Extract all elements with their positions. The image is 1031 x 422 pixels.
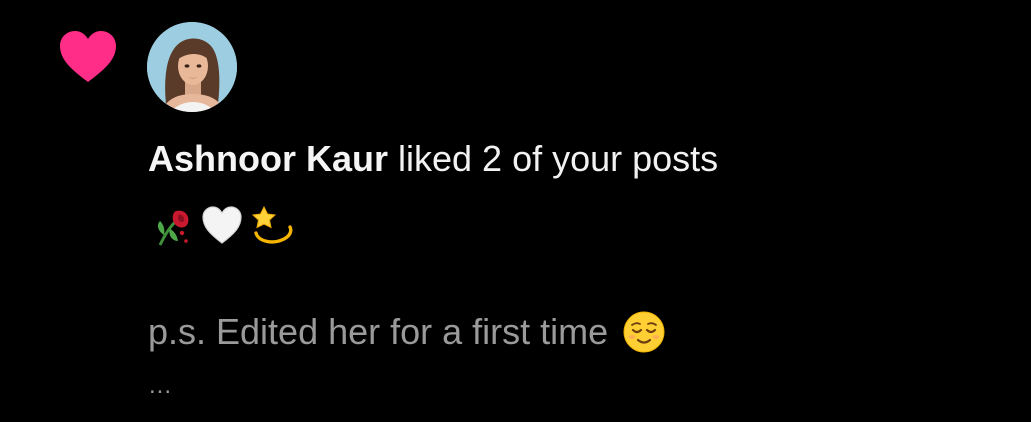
post-caption[interactable]: p.s. Edited her for a first time: [148, 309, 666, 355]
dizzy-star-icon: [251, 205, 293, 244]
wilted-flower-icon: [157, 210, 189, 246]
white-heart-icon: [202, 206, 242, 244]
username[interactable]: Ashnoor Kaur: [148, 138, 388, 179]
action-text: liked 2 of your posts: [388, 138, 719, 179]
emoji-row: [150, 202, 294, 248]
notification-text: Ashnoor Kaur liked 2 of your posts: [148, 136, 718, 182]
avatar[interactable]: [147, 22, 237, 112]
caption-text: p.s. Edited her for a first time: [148, 311, 609, 352]
more-indicator[interactable]: ...: [149, 372, 172, 400]
like-notification[interactable]: Ashnoor Kaur liked 2 of your posts p.s. …: [0, 0, 1031, 422]
heart-icon: [60, 31, 116, 82]
relieved-face-icon: [623, 311, 665, 353]
